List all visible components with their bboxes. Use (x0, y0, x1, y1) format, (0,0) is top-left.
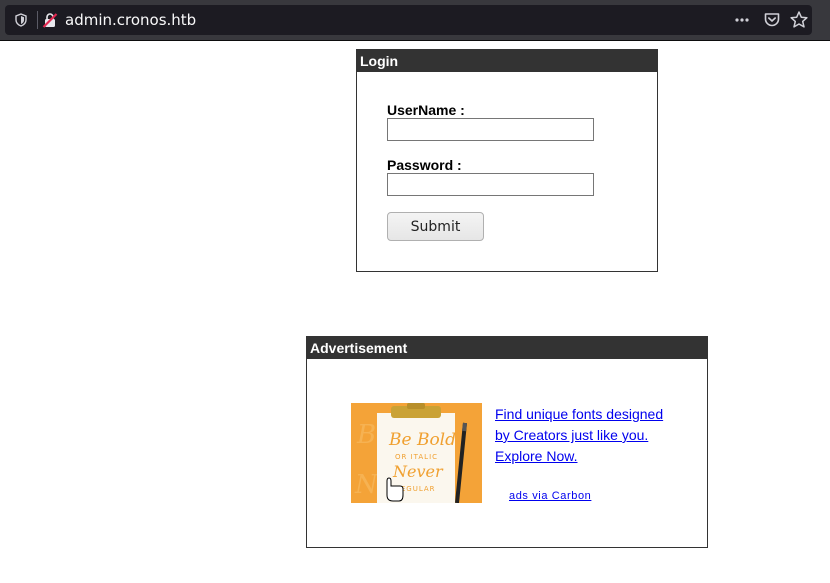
advertisement-panel: Advertisement Be Ne Be Bold OR ITALIC Ne… (306, 336, 708, 548)
login-panel: Login UserName : Password : Submit (356, 49, 658, 272)
insecure-lock-icon[interactable] (42, 12, 58, 28)
address-bar-separator (37, 11, 38, 29)
username-label: UserName : (387, 102, 465, 118)
bookmark-star-icon[interactable] (789, 10, 809, 30)
ad-image[interactable]: Be Ne Be Bold OR ITALIC Never REGULAR (351, 403, 482, 503)
pocket-icon[interactable] (763, 11, 781, 29)
browser-toolbar: admin.cronos.htb (0, 0, 830, 41)
more-options-icon[interactable] (733, 11, 751, 29)
password-input[interactable] (387, 173, 594, 196)
submit-button[interactable]: Submit (387, 212, 484, 241)
shield-icon[interactable] (14, 13, 28, 27)
login-panel-title: Login (357, 50, 657, 72)
address-bar[interactable]: admin.cronos.htb (5, 5, 812, 35)
svg-text:Be Bold: Be Bold (388, 430, 456, 450)
username-input[interactable] (387, 118, 594, 141)
ad-link-text[interactable]: Find unique fonts designed by Creators j… (495, 404, 665, 467)
svg-text:OR ITALIC: OR ITALIC (395, 453, 438, 461)
ads-via-carbon-link[interactable]: ads via Carbon (509, 490, 591, 502)
advertisement-panel-title: Advertisement (307, 337, 707, 359)
password-label: Password : (387, 157, 462, 173)
svg-text:Never: Never (392, 462, 444, 481)
url-text[interactable]: admin.cronos.htb (65, 11, 196, 29)
